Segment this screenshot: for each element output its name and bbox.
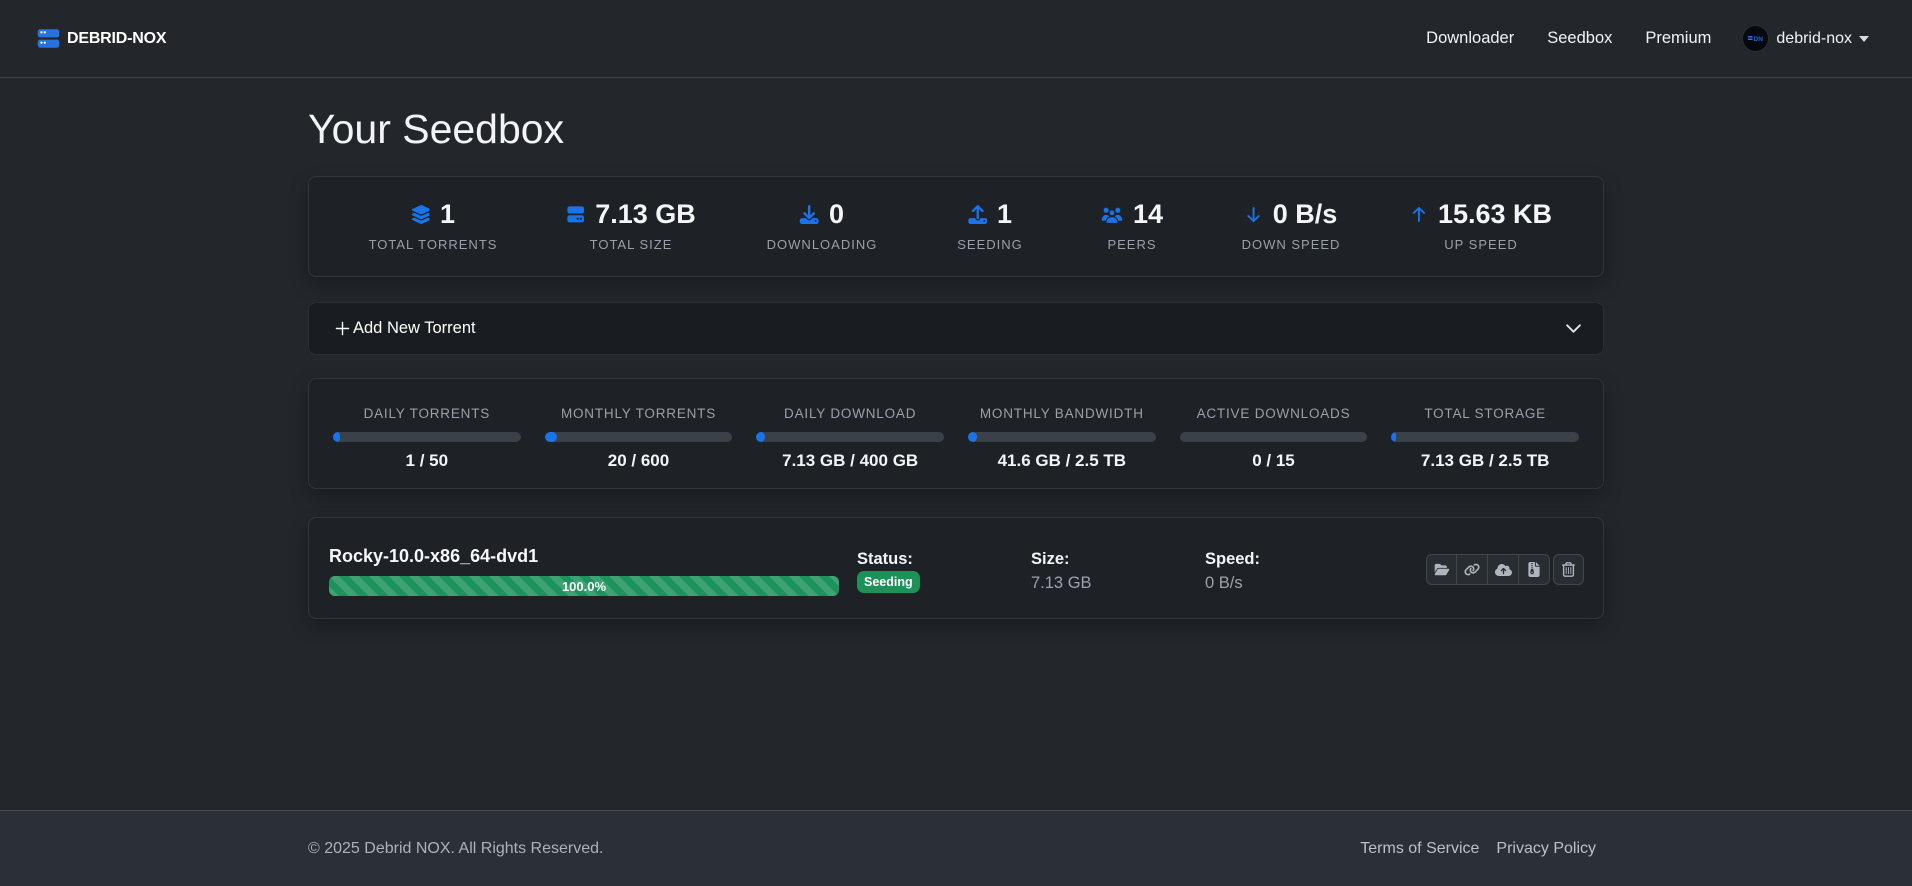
svg-text:DN: DN (1754, 36, 1764, 43)
